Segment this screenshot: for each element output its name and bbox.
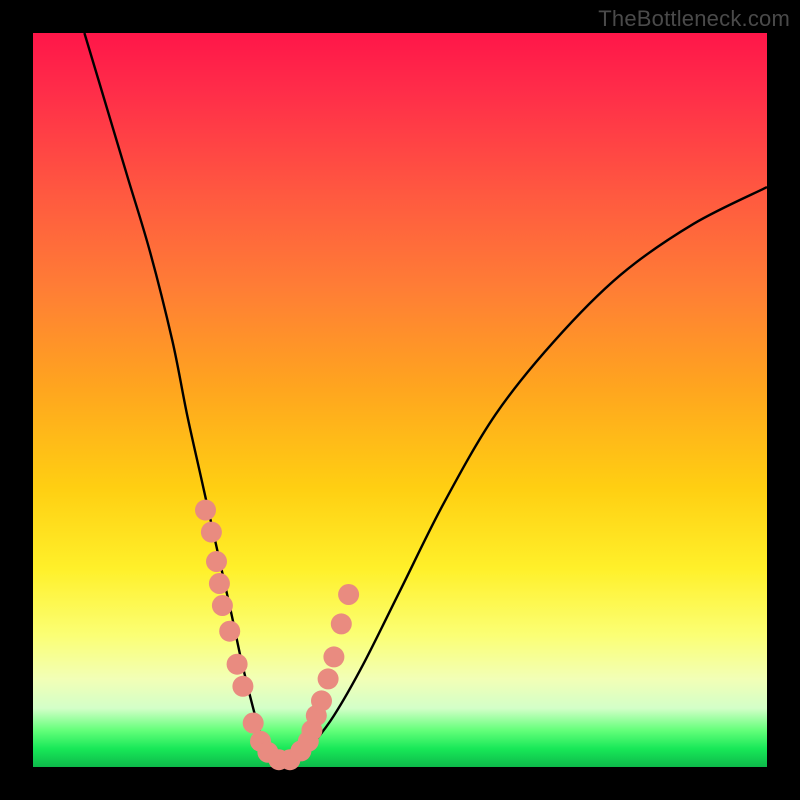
sample-dot <box>331 613 352 634</box>
sample-dot <box>311 690 332 711</box>
sample-dots-group <box>195 500 359 771</box>
sample-dot <box>323 646 344 667</box>
sample-dot <box>219 621 240 642</box>
sample-dot <box>338 584 359 605</box>
curve-layer <box>33 33 767 767</box>
sample-dot <box>195 500 216 521</box>
bottleneck-curve <box>84 33 767 764</box>
sample-dot <box>318 668 339 689</box>
sample-dot <box>232 676 253 697</box>
sample-dot <box>212 595 233 616</box>
sample-dot <box>206 551 227 572</box>
attribution-text: TheBottleneck.com <box>598 6 790 32</box>
sample-dot <box>243 713 264 734</box>
sample-dot <box>227 654 248 675</box>
chart-frame: TheBottleneck.com <box>0 0 800 800</box>
sample-dot <box>201 522 222 543</box>
sample-dot <box>209 573 230 594</box>
plot-area <box>33 33 767 767</box>
